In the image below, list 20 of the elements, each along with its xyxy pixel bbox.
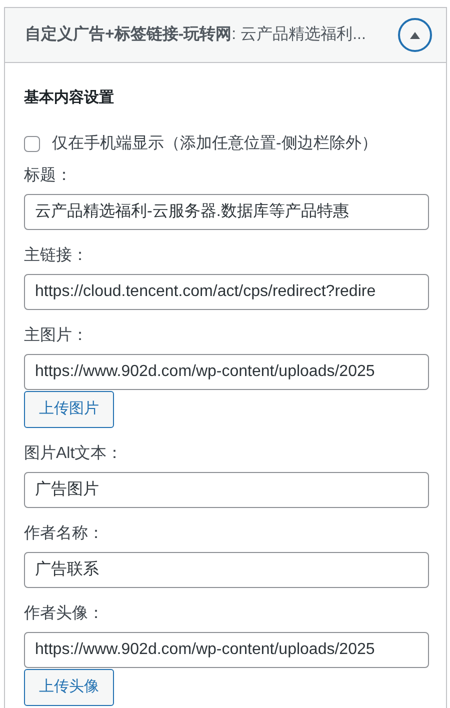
field-label: 主链接： [24, 246, 89, 266]
field-label: 标题： [24, 166, 73, 186]
input-field[interactable]: https://cloud.tencent.com/act/cps/redirect?redire [24, 274, 429, 310]
input-field[interactable]: 广告联系 [24, 552, 429, 588]
upload-button[interactable]: 上传头像 [24, 668, 114, 706]
field-label: 图片Alt文本： [24, 444, 124, 464]
triangle-up-icon [410, 32, 420, 38]
upload-button[interactable]: 上传图片 [24, 390, 114, 428]
field-label: 作者头像： [24, 604, 105, 624]
input-field[interactable]: 广告图片 [24, 472, 429, 508]
input-field[interactable]: https://www.902d.com/wp-content/uploads/2025 [24, 632, 429, 668]
section-title: 基本内容设置 [24, 88, 115, 108]
checkbox-label: 仅在手机端显示（添加任意位置-侧边栏除外） [52, 134, 378, 154]
input-field[interactable]: 云产品精选福利-云服务器.数据库等产品特惠 [24, 194, 429, 230]
collapse-toggle[interactable] [398, 18, 432, 52]
input-field[interactable]: https://www.902d.com/wp-content/uploads/2025 [24, 354, 429, 390]
checkbox[interactable] [24, 136, 40, 152]
field-label: 作者名称： [24, 524, 105, 544]
field-label: 主图片： [24, 326, 89, 346]
panel-title: 自定义广告+标签链接-玩转网: 云产品精选福利... [25, 24, 366, 45]
